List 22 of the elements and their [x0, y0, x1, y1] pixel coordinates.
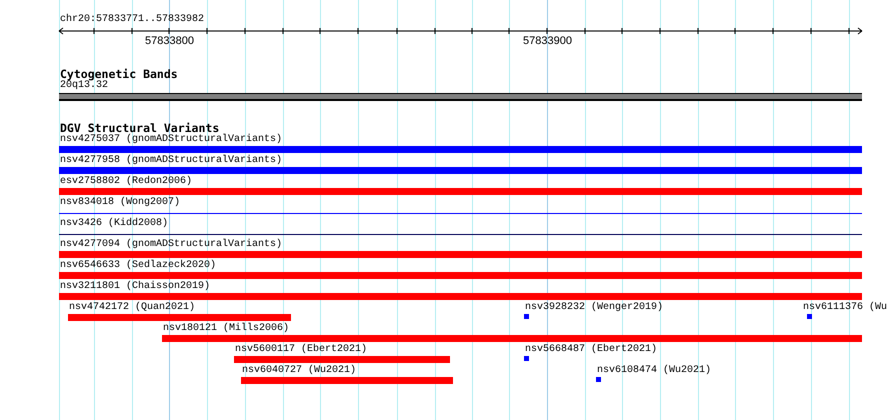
- feature-label: nsv3928232 (Wenger2019): [525, 302, 664, 313]
- feature-label: nsv4742172 (Quan2021): [69, 302, 196, 313]
- feature-label: nsv4277958 (gnomADStructuralVariants): [60, 155, 282, 166]
- track-title: Cytogenetic Bands: [60, 68, 178, 80]
- track-title: DGV Structural Variants: [60, 122, 220, 134]
- feature-label: nsv834018 (Wong2007): [60, 197, 180, 208]
- feature-label: nsv4277094 (gnomADStructuralVariants): [60, 239, 282, 250]
- feature-label: nsv180121 (Mills2006): [163, 323, 290, 334]
- feature-label: nsv6546633 (Sedlazeck2020): [60, 260, 216, 271]
- feature-label: nsv6108474 (Wu2021): [597, 365, 712, 376]
- tick-label: 57833900: [523, 35, 572, 47]
- tick-label: 57833800: [145, 35, 194, 47]
- band-label: 20q13.32: [60, 80, 108, 91]
- feature-label: nsv3426 (Kidd2008): [60, 218, 168, 229]
- feature-label: nsv3211801 (Chaisson2019): [60, 281, 210, 292]
- feature-label: nsv6111376 (Wu: [803, 302, 888, 313]
- feature-label: nsv4275037 (gnomADStructuralVariants): [60, 134, 282, 145]
- feature-label: nsv5600117 (Ebert2021): [235, 344, 368, 355]
- feature-label: esv2758802 (Redon2006): [60, 176, 192, 187]
- feature-label: nsv5668487 (Ebert2021): [525, 344, 658, 355]
- location-label: chr20:57833771..57833982: [60, 14, 204, 25]
- feature-label: nsv6040727 (Wu2021): [242, 365, 356, 376]
